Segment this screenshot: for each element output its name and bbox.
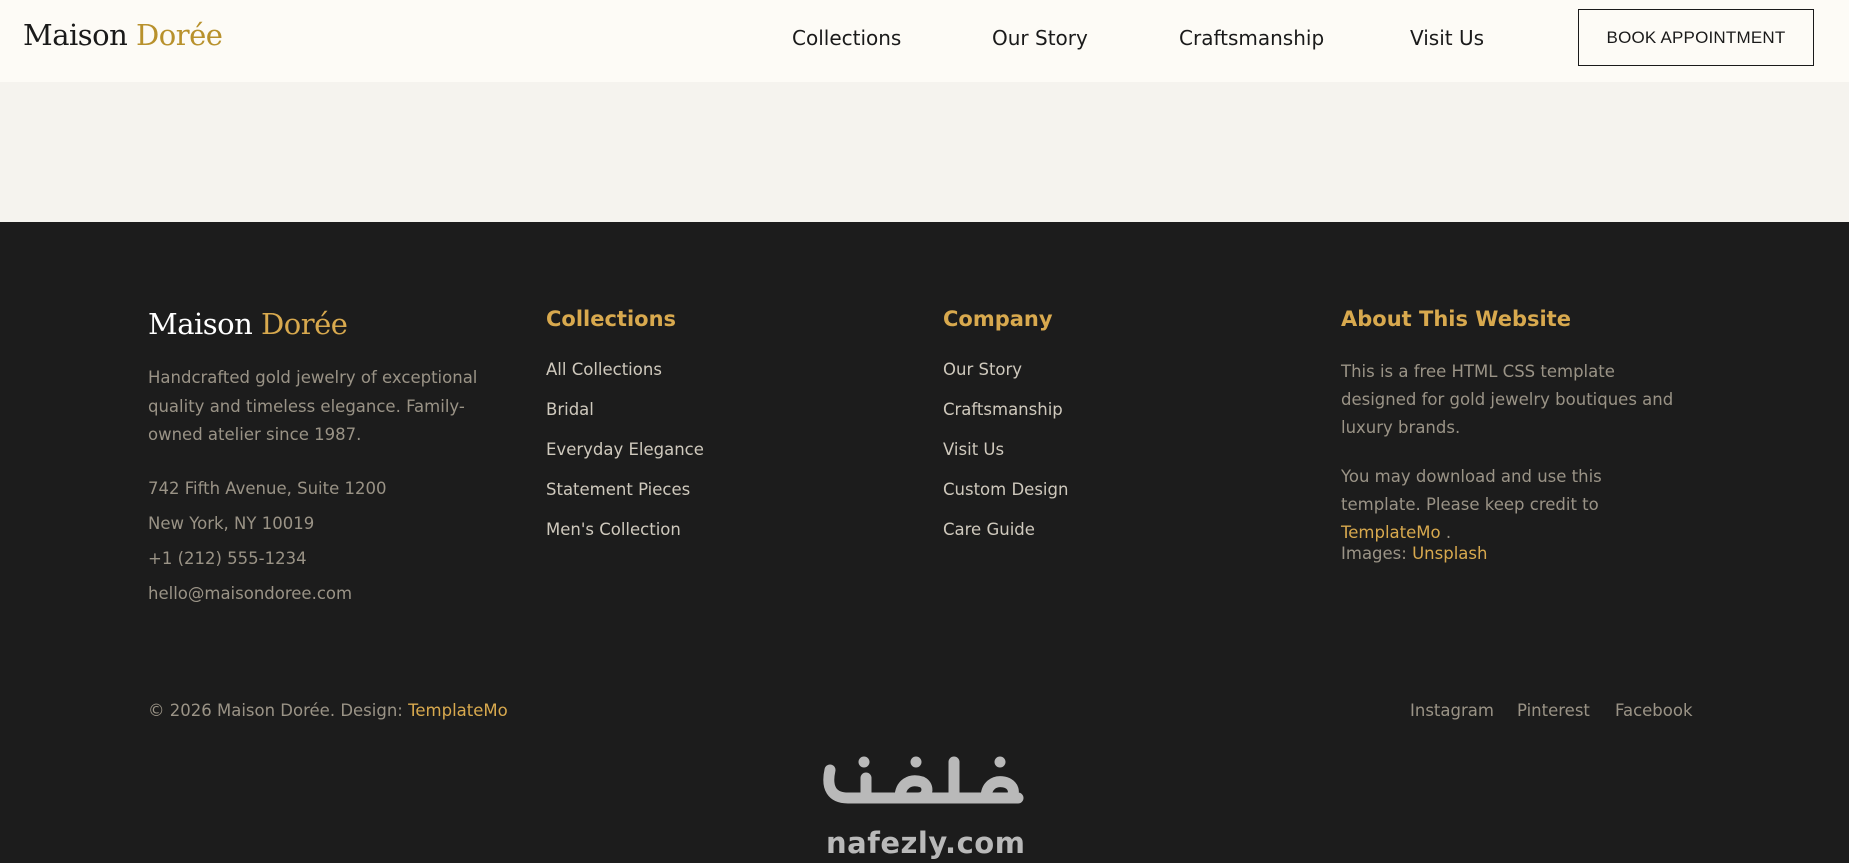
- footer-about-paragraph: This is a free HTML CSS template designe…: [1341, 362, 1674, 437]
- footer-about-images: Images: Unsplash: [1341, 540, 1686, 568]
- footer-unsplash-link[interactable]: Unsplash: [1412, 544, 1487, 563]
- footer-link-visit-us[interactable]: Visit Us: [943, 440, 1004, 459]
- site-logo[interactable]: Maison Dorée: [23, 18, 223, 52]
- social-link-pinterest[interactable]: Pinterest: [1517, 701, 1590, 720]
- hero-section: [0, 82, 1849, 222]
- social-link-facebook[interactable]: Facebook: [1615, 701, 1693, 720]
- footer-about-title: About This Website: [1341, 307, 1571, 331]
- footer-link-our-story[interactable]: Our Story: [943, 360, 1022, 379]
- nav-link-collections[interactable]: Collections: [792, 26, 901, 50]
- footer-link-all-collections[interactable]: All Collections: [546, 360, 662, 379]
- site-header: Maison Dorée Collections Our Story Craft…: [0, 0, 1849, 82]
- footer-about-credit-text: You may download and use this template. …: [1341, 467, 1602, 514]
- nav-link-our-story[interactable]: Our Story: [992, 26, 1088, 50]
- nav-link-craftsmanship[interactable]: Craftsmanship: [1179, 26, 1324, 50]
- footer-logo-main: Maison: [148, 307, 253, 341]
- social-link-instagram[interactable]: Instagram: [1410, 701, 1494, 720]
- footer-brand-description: Handcrafted gold jewelry of exceptional …: [148, 368, 478, 444]
- footer-link-statement-pieces[interactable]: Statement Pieces: [546, 480, 690, 499]
- logo-accent-text: Dorée: [136, 18, 223, 52]
- watermark-arabic-logo: [823, 756, 1024, 804]
- footer-phone: +1 (212) 555-1234: [148, 549, 307, 568]
- footer-company-title: Company: [943, 307, 1053, 331]
- book-appointment-button[interactable]: BOOK APPOINTMENT: [1578, 9, 1814, 66]
- footer-link-bridal[interactable]: Bridal: [546, 400, 594, 419]
- footer-link-craftsmanship[interactable]: Craftsmanship: [943, 400, 1063, 419]
- footer-copyright: © 2026 Maison Dorée. Design: TemplateMo: [148, 701, 508, 720]
- footer-link-everyday-elegance[interactable]: Everyday Elegance: [546, 440, 704, 459]
- footer-collections-title: Collections: [546, 307, 677, 331]
- nav-link-visit-us[interactable]: Visit Us: [1410, 26, 1484, 50]
- footer-link-mens-collection[interactable]: Men's Collection: [546, 520, 681, 539]
- copyright-text: © 2026 Maison Dorée. Design:: [148, 701, 403, 720]
- footer-logo-accent: Dorée: [261, 307, 348, 341]
- footer-email: hello@maisondoree.com: [148, 584, 353, 603]
- footer-address-line1: 742 Fifth Avenue, Suite 1200: [148, 479, 387, 498]
- watermark-latin-text: nafezly.com: [826, 826, 1026, 860]
- footer-link-custom-design[interactable]: Custom Design: [943, 480, 1068, 499]
- footer-images-label: Images:: [1341, 544, 1407, 563]
- footer-logo[interactable]: Maison Dorée: [148, 307, 348, 341]
- logo-main-text: Maison: [23, 18, 128, 52]
- footer-about-credit: You may download and use this template. …: [1341, 463, 1686, 547]
- footer-link-care-guide[interactable]: Care Guide: [943, 520, 1035, 539]
- footer-address-line2: New York, NY 10019: [148, 514, 315, 533]
- copyright-templatemo-link[interactable]: TemplateMo: [408, 701, 508, 720]
